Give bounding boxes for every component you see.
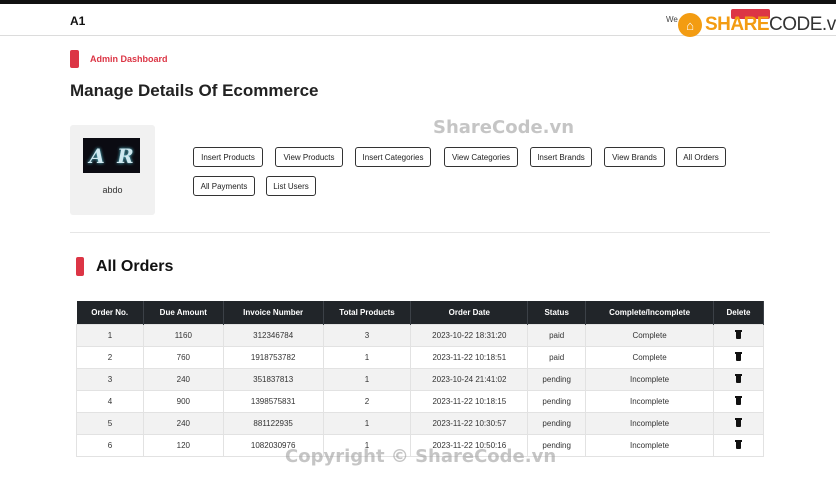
admin-marker bbox=[70, 50, 79, 68]
cell-status: pending bbox=[527, 411, 587, 435]
cell-order-date: 2023-11-22 10:18:15 bbox=[410, 389, 529, 413]
cell-order-date: 2023-10-24 21:41:02 bbox=[410, 367, 529, 391]
cell-due-amount: 120 bbox=[142, 433, 224, 457]
cell-order-no: 1 bbox=[76, 323, 144, 347]
cell-status: pending bbox=[527, 367, 587, 391]
section-marker bbox=[76, 257, 84, 276]
cell-invoice-number: 351837813 bbox=[222, 367, 324, 391]
cell-delete bbox=[713, 389, 764, 413]
sharecode-logo: ⌂ SHARE CODE.vn bbox=[678, 12, 836, 38]
table-row: 4 900 1398575831 2 2023-11-22 10:18:15 p… bbox=[76, 389, 764, 413]
logo-share-text: SHARE bbox=[705, 14, 770, 35]
view-categories-button[interactable]: View Categories bbox=[444, 147, 518, 167]
section-title: All Orders bbox=[96, 258, 174, 275]
cell-invoice-number: 881122935 bbox=[222, 411, 324, 435]
cell-due-amount: 240 bbox=[142, 367, 224, 391]
cell-total-products: 1 bbox=[322, 345, 412, 369]
cell-invoice-number: 312346784 bbox=[222, 323, 324, 347]
cell-complete-incomplete: Incomplete bbox=[585, 389, 714, 413]
orders-table: Order No. Due Amount Invoice Number Tota… bbox=[76, 301, 764, 457]
trash-icon[interactable] bbox=[735, 373, 742, 383]
admin-dashboard-label: Admin Dashboard bbox=[90, 54, 168, 64]
all-payments-button[interactable]: All Payments bbox=[193, 176, 255, 196]
header-order-date: Order Date bbox=[410, 301, 529, 324]
view-brands-button[interactable]: View Brands bbox=[604, 147, 665, 167]
cell-total-products: 1 bbox=[322, 411, 412, 435]
cell-due-amount: 900 bbox=[142, 389, 224, 413]
header-total-products: Total Products bbox=[323, 301, 412, 324]
header-due-amount: Due Amount bbox=[143, 301, 224, 324]
profile-name: abdo bbox=[102, 185, 123, 195]
cell-delete bbox=[713, 323, 764, 347]
bottom-watermark: Copyright © ShareCode.vn bbox=[285, 446, 557, 467]
cell-due-amount: 240 bbox=[142, 411, 224, 435]
trash-icon[interactable] bbox=[735, 439, 742, 449]
page-title: Manage Details Of Ecommerce bbox=[70, 81, 319, 100]
cell-delete bbox=[713, 367, 764, 391]
cell-status: paid bbox=[527, 345, 587, 369]
navbar-brand[interactable]: A1 bbox=[70, 14, 85, 28]
list-users-button[interactable]: List Users bbox=[266, 176, 316, 196]
cell-complete-incomplete: Incomplete bbox=[585, 367, 714, 391]
cell-order-no: 5 bbox=[76, 411, 144, 435]
cell-due-amount: 1160 bbox=[142, 323, 224, 347]
header-complete-incomplete: Complete/Incomplete bbox=[585, 301, 714, 324]
header-invoice-number: Invoice Number bbox=[223, 301, 324, 324]
table-row: 5 240 881122935 1 2023-11-22 10:30:57 pe… bbox=[76, 411, 764, 435]
center-watermark: ShareCode.vn bbox=[433, 117, 575, 138]
cell-invoice-number: 1918753782 bbox=[222, 345, 324, 369]
logo-code-text: CODE.vn bbox=[769, 14, 836, 35]
welcome-text: We bbox=[666, 15, 678, 24]
cell-total-products: 3 bbox=[322, 323, 412, 347]
cell-order-date: 2023-10-22 18:31:20 bbox=[410, 323, 529, 347]
trash-icon[interactable] bbox=[735, 351, 742, 361]
cell-order-date: 2023-11-22 10:18:51 bbox=[410, 345, 529, 369]
cell-delete bbox=[713, 345, 764, 369]
cell-complete-incomplete: Complete bbox=[585, 345, 714, 369]
cell-complete-incomplete: Incomplete bbox=[585, 411, 714, 435]
all-orders-button[interactable]: All Orders bbox=[676, 147, 726, 167]
orders-table-container: Order No. Due Amount Invoice Number Tota… bbox=[76, 301, 764, 457]
cell-due-amount: 760 bbox=[142, 345, 224, 369]
insert-categories-button[interactable]: Insert Categories bbox=[355, 147, 431, 167]
trash-icon[interactable] bbox=[735, 395, 742, 405]
header-status: Status bbox=[527, 301, 587, 324]
cell-order-no: 2 bbox=[76, 345, 144, 369]
trash-icon[interactable] bbox=[735, 329, 742, 339]
profile-image: A R bbox=[83, 138, 140, 173]
cell-order-no: 6 bbox=[76, 433, 144, 457]
cell-order-no: 4 bbox=[76, 389, 144, 413]
profile-image-letter-a: A bbox=[89, 143, 105, 168]
trash-icon[interactable] bbox=[735, 417, 742, 427]
cell-complete-incomplete: Incomplete bbox=[585, 433, 714, 457]
cell-delete bbox=[713, 411, 764, 435]
profile-image-letter-r: R bbox=[117, 143, 134, 168]
cell-total-products: 1 bbox=[322, 367, 412, 391]
header-delete: Delete bbox=[713, 301, 764, 324]
table-row: 2 760 1918753782 1 2023-11-22 10:18:51 p… bbox=[76, 345, 764, 369]
profile-card: A R abdo bbox=[70, 125, 155, 215]
insert-brands-button[interactable]: Insert Brands bbox=[530, 147, 592, 167]
sharecode-logo-icon: ⌂ bbox=[678, 13, 702, 37]
header-order-no: Order No. bbox=[76, 301, 144, 324]
insert-products-button[interactable]: Insert Products bbox=[193, 147, 263, 167]
cell-status: pending bbox=[527, 389, 587, 413]
cell-complete-incomplete: Complete bbox=[585, 323, 714, 347]
cell-order-no: 3 bbox=[76, 367, 144, 391]
cell-order-date: 2023-11-22 10:30:57 bbox=[410, 411, 529, 435]
view-products-button[interactable]: View Products bbox=[275, 147, 343, 167]
section-divider bbox=[70, 232, 770, 233]
cell-invoice-number: 1398575831 bbox=[222, 389, 324, 413]
table-row: 1 1160 312346784 3 2023-10-22 18:31:20 p… bbox=[76, 323, 764, 347]
cell-total-products: 2 bbox=[322, 389, 412, 413]
cell-status: paid bbox=[527, 323, 587, 347]
cell-delete bbox=[713, 433, 764, 457]
table-header-row: Order No. Due Amount Invoice Number Tota… bbox=[76, 301, 764, 324]
table-row: 3 240 351837813 1 2023-10-24 21:41:02 pe… bbox=[76, 367, 764, 391]
